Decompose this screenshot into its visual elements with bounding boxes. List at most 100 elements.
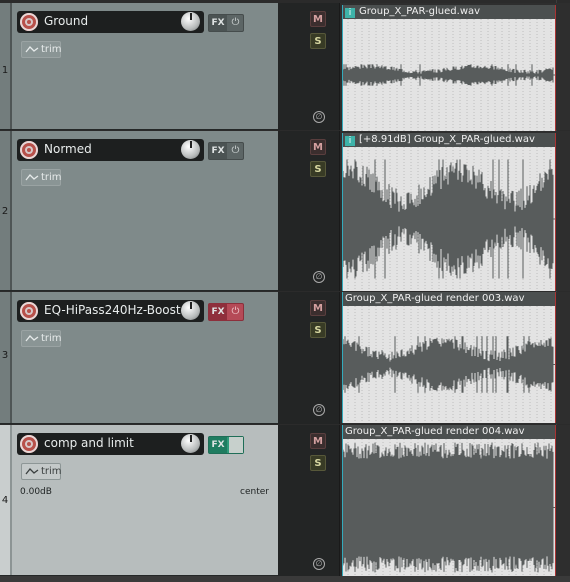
fx-button-group[interactable]: FX (208, 436, 244, 454)
track-lane[interactable]: i Group_X_PAR-glued.wav (340, 3, 570, 131)
track-lane[interactable]: i [+8.91dB] Group_X_PAR-glued.wav (340, 131, 570, 291)
volume-knob-icon[interactable] (181, 301, 200, 320)
mixer-strip: M S ∅ (278, 131, 340, 291)
mixer-strip: M S ∅ (278, 292, 340, 424)
waveform (342, 439, 556, 576)
track-name[interactable]: Normed (44, 142, 184, 156)
phase-invert-button[interactable]: ∅ (313, 558, 325, 570)
item-start-marker (342, 425, 343, 576)
record-arm-icon[interactable] (20, 13, 38, 31)
media-item-header[interactable]: i [+8.91dB] Group_X_PAR-glued.wav (342, 133, 556, 147)
track-name-bar[interactable]: Normed (17, 139, 204, 161)
track-number: 3 (1, 350, 9, 361)
track-control-panel[interactable]: 1 Ground FX ⏻ trim (0, 3, 278, 130)
item-start-marker (342, 133, 343, 291)
item-start-marker (342, 5, 343, 131)
phase-invert-button[interactable]: ∅ (313, 111, 325, 123)
solo-button[interactable]: S (310, 33, 326, 49)
volume-knob-icon[interactable] (181, 12, 200, 31)
fx-button-group[interactable]: FX ⏻ (208, 303, 244, 321)
record-arm-icon[interactable] (20, 435, 38, 453)
info-icon[interactable]: i (345, 136, 355, 146)
item-end-marker[interactable] (555, 133, 556, 291)
item-end-marker[interactable] (555, 292, 556, 423)
track-control-panel[interactable]: 4 comp and limit FX trim 0.00dB center (0, 425, 278, 576)
phase-invert-button[interactable]: ∅ (313, 271, 325, 283)
volume-readout[interactable]: 0.00dB (20, 487, 52, 497)
track-number: 2 (1, 206, 9, 217)
fx-button[interactable]: FX (209, 437, 227, 453)
media-item-header[interactable]: Group_X_PAR-glued render 004.wav (342, 425, 556, 439)
track-number: 1 (1, 65, 9, 76)
track-number-column[interactable]: 1 (0, 3, 12, 129)
item-end-marker[interactable] (555, 5, 556, 131)
media-item[interactable]: Group_X_PAR-glued render 004.wav (342, 425, 556, 576)
media-item[interactable]: Group_X_PAR-glued render 003.wav (342, 292, 556, 423)
fx-button[interactable]: FX (209, 304, 227, 320)
track-name-bar[interactable]: EQ-HiPass240Hz-Boost-3 (17, 300, 204, 322)
mixer-strip: M S ∅ (278, 425, 340, 576)
media-item[interactable]: i [+8.91dB] Group_X_PAR-glued.wav (342, 133, 556, 291)
track-lane[interactable]: Group_X_PAR-glued render 003.wav (340, 292, 570, 424)
media-item-title: Group_X_PAR-glued render 003.wav (345, 293, 525, 304)
envelope-icon (25, 174, 39, 181)
volume-knob-icon[interactable] (181, 140, 200, 159)
item-start-marker (342, 292, 343, 423)
trim-envelope-button[interactable]: trim (21, 330, 62, 347)
trim-envelope-button[interactable]: trim (21, 169, 62, 186)
waveform (342, 147, 556, 291)
pan-readout[interactable]: center (240, 487, 269, 497)
mute-button[interactable]: M (310, 139, 326, 155)
phase-invert-button[interactable]: ∅ (313, 404, 325, 416)
fx-button[interactable]: FX (209, 15, 227, 31)
track: 1 Ground FX ⏻ trim M S ∅ iGroup_X_PAR-g (0, 3, 570, 131)
power-icon[interactable]: ⏻ (228, 304, 243, 320)
trim-envelope-button[interactable]: trim (21, 463, 62, 480)
media-item-title: Group_X_PAR-glued.wav (359, 6, 481, 17)
media-item-title: Group_X_PAR-glued render 004.wav (345, 426, 525, 437)
waveform (342, 306, 556, 423)
trim-label: trim (41, 44, 62, 55)
record-arm-icon[interactable] (20, 302, 38, 320)
media-item-header[interactable]: Group_X_PAR-glued render 003.wav (342, 292, 556, 306)
volume-knob-icon[interactable] (181, 434, 200, 453)
trim-label: trim (41, 172, 62, 183)
envelope-icon (25, 335, 39, 342)
track-number-column[interactable]: 2 (0, 131, 12, 290)
track-name[interactable]: Ground (44, 14, 184, 28)
item-end-marker[interactable] (555, 425, 556, 576)
mute-button[interactable]: M (310, 300, 326, 316)
solo-button[interactable]: S (310, 322, 326, 338)
fx-button[interactable]: FX (209, 143, 227, 159)
info-icon[interactable]: i (345, 8, 355, 18)
trim-envelope-button[interactable]: trim (21, 41, 62, 58)
track-lane[interactable]: Group_X_PAR-glued render 004.wav (340, 425, 570, 576)
mute-button[interactable]: M (310, 11, 326, 27)
solo-button[interactable]: S (310, 161, 326, 177)
power-icon[interactable]: ⏻ (228, 15, 243, 31)
fx-button-group[interactable]: FX ⏻ (208, 142, 244, 160)
track-number-column[interactable]: 4 (0, 425, 12, 575)
media-item-title: [+8.91dB] Group_X_PAR-glued.wav (359, 134, 535, 145)
power-icon[interactable] (229, 437, 243, 453)
solo-button[interactable]: S (310, 455, 326, 471)
track-name-bar[interactable]: Ground (17, 11, 204, 33)
record-arm-icon[interactable] (20, 141, 38, 159)
track-name-bar[interactable]: comp and limit (17, 433, 204, 455)
mixer-strip: M S ∅ (278, 3, 340, 130)
track-control-panel[interactable]: 2 Normed FX ⏻ trim (0, 131, 278, 291)
trim-label: trim (41, 333, 62, 344)
envelope-icon (25, 46, 39, 53)
media-item[interactable]: i Group_X_PAR-glued.wav (342, 5, 556, 131)
track-control-panel[interactable]: 3 EQ-HiPass240Hz-Boost-3 FX ⏻ trim (0, 292, 278, 424)
fx-button-group[interactable]: FX ⏻ (208, 14, 244, 32)
track-name[interactable]: EQ-HiPass240Hz-Boost-3 (44, 303, 184, 317)
mute-button[interactable]: M (310, 433, 326, 449)
track-name[interactable]: comp and limit (44, 436, 184, 450)
trim-label: trim (41, 466, 62, 477)
horizontal-scrollbar[interactable] (0, 576, 570, 582)
power-icon[interactable]: ⏻ (228, 143, 243, 159)
media-item-header[interactable]: i Group_X_PAR-glued.wav (342, 5, 556, 19)
track-number-column[interactable]: 3 (0, 292, 12, 423)
track-number: 4 (1, 495, 9, 506)
